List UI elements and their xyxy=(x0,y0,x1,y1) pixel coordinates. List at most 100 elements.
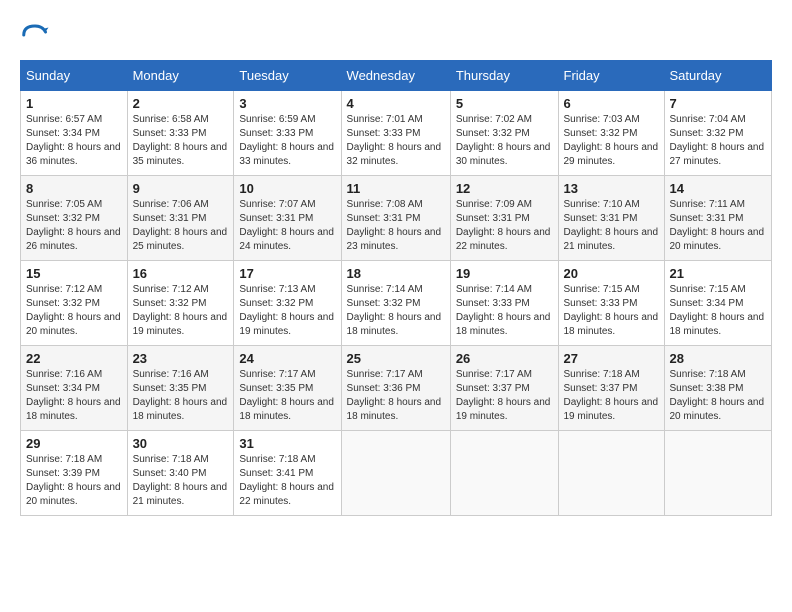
calendar-cell: 30 Sunrise: 7:18 AMSunset: 3:40 PMDayligh… xyxy=(127,431,234,516)
day-info: Sunrise: 6:59 AMSunset: 3:33 PMDaylight:… xyxy=(239,113,335,169)
calendar-cell: 3 Sunrise: 6:59 AMSunset: 3:33 PMDaylight… xyxy=(234,91,341,176)
day-info: Sunrise: 7:15 AMSunset: 3:34 PMDaylight:… xyxy=(670,283,767,339)
day-number: 30 xyxy=(133,436,229,451)
day-number: 24 xyxy=(239,351,335,366)
day-number: 20 xyxy=(564,266,659,281)
day-info: Sunrise: 7:10 AMSunset: 3:31 PMDaylight:… xyxy=(564,198,659,254)
day-number: 9 xyxy=(133,181,229,196)
day-info: Sunrise: 7:18 AMSunset: 3:37 PMDaylight:… xyxy=(564,368,659,424)
day-number: 22 xyxy=(26,351,122,366)
day-info: Sunrise: 7:11 AMSunset: 3:31 PMDaylight:… xyxy=(670,198,767,254)
day-number: 12 xyxy=(456,181,553,196)
day-number: 29 xyxy=(26,436,122,451)
day-info: Sunrise: 7:05 AMSunset: 3:32 PMDaylight:… xyxy=(26,198,122,254)
day-info: Sunrise: 7:17 AMSunset: 3:35 PMDaylight:… xyxy=(239,368,335,424)
calendar-cell: 27 Sunrise: 7:18 AMSunset: 3:37 PMDayligh… xyxy=(558,346,664,431)
calendar-week-row: 1 Sunrise: 6:57 AMSunset: 3:34 PMDaylight… xyxy=(21,91,772,176)
calendar-cell xyxy=(558,431,664,516)
calendar-cell: 8 Sunrise: 7:05 AMSunset: 3:32 PMDaylight… xyxy=(21,176,128,261)
calendar-cell: 23 Sunrise: 7:16 AMSunset: 3:35 PMDayligh… xyxy=(127,346,234,431)
calendar-cell: 15 Sunrise: 7:12 AMSunset: 3:32 PMDayligh… xyxy=(21,261,128,346)
calendar-cell: 12 Sunrise: 7:09 AMSunset: 3:31 PMDayligh… xyxy=(450,176,558,261)
day-info: Sunrise: 7:09 AMSunset: 3:31 PMDaylight:… xyxy=(456,198,553,254)
day-info: Sunrise: 7:18 AMSunset: 3:41 PMDaylight:… xyxy=(239,453,335,509)
column-header-monday: Monday xyxy=(127,61,234,91)
calendar-cell: 29Sunrise: 7:18 AMSunset: 3:39 PMDayligh… xyxy=(21,431,128,516)
day-number: 31 xyxy=(239,436,335,451)
calendar-cell: 31 Sunrise: 7:18 AMSunset: 3:41 PMDayligh… xyxy=(234,431,341,516)
calendar-cell: 1 Sunrise: 6:57 AMSunset: 3:34 PMDaylight… xyxy=(21,91,128,176)
day-number: 2 xyxy=(133,96,229,111)
day-number: 3 xyxy=(239,96,335,111)
day-info: Sunrise: 7:15 AMSunset: 3:33 PMDaylight:… xyxy=(564,283,659,339)
day-number: 18 xyxy=(347,266,445,281)
day-info: Sunrise: 7:07 AMSunset: 3:31 PMDaylight:… xyxy=(239,198,335,254)
day-number: 26 xyxy=(456,351,553,366)
column-header-wednesday: Wednesday xyxy=(341,61,450,91)
day-number: 6 xyxy=(564,96,659,111)
calendar-cell: 10 Sunrise: 7:07 AMSunset: 3:31 PMDayligh… xyxy=(234,176,341,261)
day-number: 13 xyxy=(564,181,659,196)
calendar-cell: 26Sunrise: 7:17 AMSunset: 3:37 PMDayligh… xyxy=(450,346,558,431)
day-number: 10 xyxy=(239,181,335,196)
day-info: Sunrise: 7:18 AMSunset: 3:38 PMDaylight:… xyxy=(670,368,767,424)
day-number: 7 xyxy=(670,96,767,111)
calendar-cell: 20 Sunrise: 7:15 AMSunset: 3:33 PMDayligh… xyxy=(558,261,664,346)
day-info: Sunrise: 7:14 AMSunset: 3:33 PMDaylight:… xyxy=(456,283,553,339)
column-header-friday: Friday xyxy=(558,61,664,91)
calendar-week-row: 29Sunrise: 7:18 AMSunset: 3:39 PMDayligh… xyxy=(21,431,772,516)
calendar-week-row: 15 Sunrise: 7:12 AMSunset: 3:32 PMDayligh… xyxy=(21,261,772,346)
calendar-week-row: 22 Sunrise: 7:16 AMSunset: 3:34 PMDayligh… xyxy=(21,346,772,431)
day-info: Sunrise: 6:57 AMSunset: 3:34 PMDaylight:… xyxy=(26,113,122,169)
day-number: 1 xyxy=(26,96,122,111)
calendar-table: SundayMondayTuesdayWednesdayThursdayFrid… xyxy=(20,60,772,516)
calendar-cell: 19 Sunrise: 7:14 AMSunset: 3:33 PMDayligh… xyxy=(450,261,558,346)
day-number: 15 xyxy=(26,266,122,281)
calendar-cell: 22 Sunrise: 7:16 AMSunset: 3:34 PMDayligh… xyxy=(21,346,128,431)
day-info: Sunrise: 7:01 AMSunset: 3:33 PMDaylight:… xyxy=(347,113,445,169)
calendar-cell: 9Sunrise: 7:06 AMSunset: 3:31 PMDaylight… xyxy=(127,176,234,261)
day-info: Sunrise: 7:12 AMSunset: 3:32 PMDaylight:… xyxy=(26,283,122,339)
calendar-header-row: SundayMondayTuesdayWednesdayThursdayFrid… xyxy=(21,61,772,91)
calendar-cell: 16 Sunrise: 7:12 AMSunset: 3:32 PMDayligh… xyxy=(127,261,234,346)
day-number: 23 xyxy=(133,351,229,366)
calendar-cell: 5Sunrise: 7:02 AMSunset: 3:32 PMDaylight… xyxy=(450,91,558,176)
day-number: 8 xyxy=(26,181,122,196)
day-info: Sunrise: 7:18 AMSunset: 3:40 PMDaylight:… xyxy=(133,453,229,509)
calendar-cell: 4Sunrise: 7:01 AMSunset: 3:33 PMDaylight… xyxy=(341,91,450,176)
day-number: 28 xyxy=(670,351,767,366)
logo-icon xyxy=(20,20,50,50)
calendar-cell: 7 Sunrise: 7:04 AMSunset: 3:32 PMDaylight… xyxy=(664,91,772,176)
day-info: Sunrise: 7:12 AMSunset: 3:32 PMDaylight:… xyxy=(133,283,229,339)
calendar-cell: 14 Sunrise: 7:11 AMSunset: 3:31 PMDayligh… xyxy=(664,176,772,261)
day-info: Sunrise: 7:03 AMSunset: 3:32 PMDaylight:… xyxy=(564,113,659,169)
day-info: Sunrise: 7:14 AMSunset: 3:32 PMDaylight:… xyxy=(347,283,445,339)
calendar-cell: 25Sunrise: 7:17 AMSunset: 3:36 PMDayligh… xyxy=(341,346,450,431)
calendar-cell: 6 Sunrise: 7:03 AMSunset: 3:32 PMDaylight… xyxy=(558,91,664,176)
logo xyxy=(20,20,54,50)
day-info: Sunrise: 6:58 AMSunset: 3:33 PMDaylight:… xyxy=(133,113,229,169)
day-number: 14 xyxy=(670,181,767,196)
day-number: 25 xyxy=(347,351,445,366)
calendar-cell xyxy=(341,431,450,516)
calendar-cell xyxy=(450,431,558,516)
day-info: Sunrise: 7:16 AMSunset: 3:34 PMDaylight:… xyxy=(26,368,122,424)
day-number: 5 xyxy=(456,96,553,111)
calendar-cell: 28 Sunrise: 7:18 AMSunset: 3:38 PMDayligh… xyxy=(664,346,772,431)
day-number: 19 xyxy=(456,266,553,281)
column-header-tuesday: Tuesday xyxy=(234,61,341,91)
day-number: 21 xyxy=(670,266,767,281)
calendar-week-row: 8 Sunrise: 7:05 AMSunset: 3:32 PMDaylight… xyxy=(21,176,772,261)
day-info: Sunrise: 7:04 AMSunset: 3:32 PMDaylight:… xyxy=(670,113,767,169)
day-number: 16 xyxy=(133,266,229,281)
calendar-cell: 24 Sunrise: 7:17 AMSunset: 3:35 PMDayligh… xyxy=(234,346,341,431)
calendar-cell: 11Sunrise: 7:08 AMSunset: 3:31 PMDayligh… xyxy=(341,176,450,261)
calendar-cell: 13 Sunrise: 7:10 AMSunset: 3:31 PMDayligh… xyxy=(558,176,664,261)
calendar-cell: 18 Sunrise: 7:14 AMSunset: 3:32 PMDayligh… xyxy=(341,261,450,346)
day-number: 27 xyxy=(564,351,659,366)
day-info: Sunrise: 7:13 AMSunset: 3:32 PMDaylight:… xyxy=(239,283,335,339)
calendar-cell: 17 Sunrise: 7:13 AMSunset: 3:32 PMDayligh… xyxy=(234,261,341,346)
day-number: 11 xyxy=(347,181,445,196)
day-number: 17 xyxy=(239,266,335,281)
day-info: Sunrise: 7:16 AMSunset: 3:35 PMDaylight:… xyxy=(133,368,229,424)
